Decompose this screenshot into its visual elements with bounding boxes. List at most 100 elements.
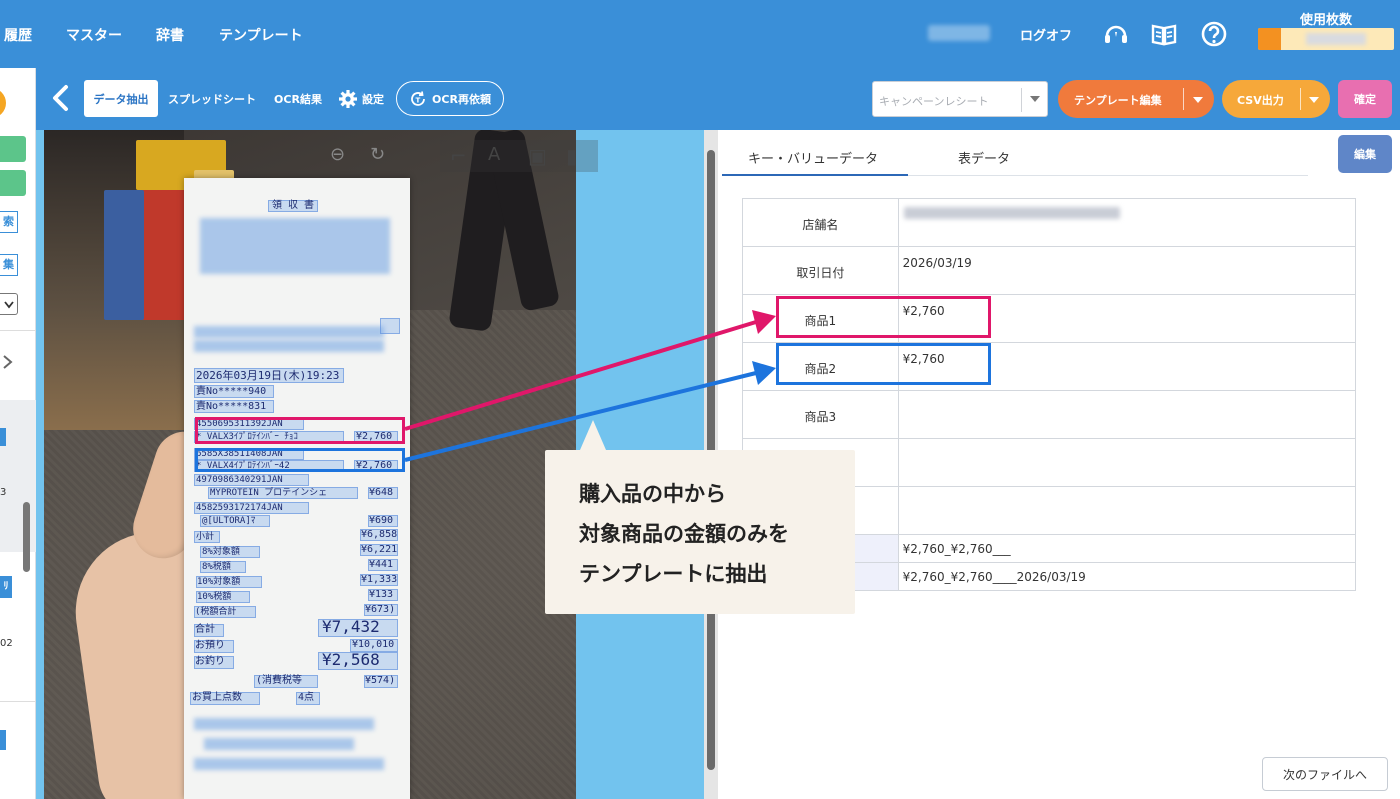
key-transaction-date: 取引日付 <box>796 266 845 280</box>
help-icon[interactable] <box>1200 20 1228 48</box>
csv-output-button[interactable]: CSV出力 <box>1222 80 1330 118</box>
sidebar-green-button-1[interactable] <box>0 136 26 162</box>
sidebar-scrollbar[interactable] <box>23 502 30 572</box>
top-nav: 履歴 マスター 辞書 テンプレート ログオフ 使用枚数 <box>0 0 1400 68</box>
receipt-10pct-tax: ¥133 <box>369 589 394 600</box>
value-concatenated-with-date[interactable]: ¥2,760_¥2,760____2026/03/19 <box>899 563 1355 584</box>
receipt-10pct-base-label: 10%対象額 <box>197 577 241 587</box>
sidebar-collect-button[interactable]: 集 <box>0 254 18 276</box>
caret-down-icon[interactable] <box>1193 97 1203 103</box>
tab-key-value-data[interactable]: キー・バリューデータ <box>748 148 878 167</box>
logoff-link[interactable]: ログオフ <box>1020 25 1072 44</box>
tab-data-extraction[interactable]: データ抽出 <box>84 80 158 117</box>
receipt-register-1: 責No*****940 <box>196 386 267 397</box>
receipt-item-3-price: ¥648 <box>369 487 394 498</box>
receipt-8pct-tax-label: 8%税額 <box>202 562 231 572</box>
headset-icon[interactable] <box>1102 20 1130 48</box>
usage-count-blurred <box>1306 33 1366 45</box>
sidebar-orange-tab[interactable] <box>0 88 6 118</box>
trash-icon[interactable]: ▮ <box>566 144 577 168</box>
receipt-paid-label: お預り <box>195 640 225 651</box>
template-select-placeholder: キャンペーンレシート <box>879 95 989 108</box>
sidebar-blue-badge[interactable]: ﾘ <box>0 576 12 598</box>
text-select-icon[interactable]: A <box>488 144 500 165</box>
highlight-key-item-1-red <box>776 296 991 338</box>
photo-store-box-3 <box>104 190 144 320</box>
sidebar-count-label: 3 <box>0 487 7 498</box>
template-select[interactable]: キャンペーンレシート <box>872 81 1048 117</box>
sidebar-file-list <box>0 400 36 552</box>
sidebar-divider-2 <box>0 701 36 702</box>
sidebar-green-button-2[interactable] <box>0 170 26 196</box>
callout-line-3: テンプレートに抽出 <box>579 562 768 586</box>
user-name-blurred <box>928 25 990 41</box>
image-icon[interactable]: ▣ <box>528 144 547 168</box>
next-file-button[interactable]: 次のファイルへ <box>1262 757 1388 791</box>
receipt-paper: 領 収 書 2026年03月19日(木)19:23 責No*****940 責N… <box>184 178 410 799</box>
value-concatenated-items[interactable]: ¥2,760_¥2,760___ <box>899 535 1355 556</box>
receipt-total: ¥7,432 <box>322 617 380 636</box>
zoom-out-icon[interactable]: ⊖ <box>330 144 345 165</box>
receipt-logo-blurred <box>200 218 390 274</box>
receipt-change: ¥2,568 <box>322 650 380 669</box>
tab-table-data[interactable]: 表データ <box>958 148 1010 167</box>
edit-button[interactable]: 編集 <box>1338 135 1392 173</box>
receipt-footer-blurred-2 <box>204 738 354 750</box>
settings-button[interactable]: 設定 <box>338 89 384 109</box>
table-row[interactable]: 商品3 <box>742 390 1357 439</box>
table-row[interactable]: 店舗名 <box>742 198 1357 247</box>
receipt-item-3: MYPROTEIN プロテインシェ <box>210 488 328 498</box>
highlight-item-1-red <box>195 417 405 444</box>
receipt-address-blurred-2 <box>194 340 384 352</box>
caret-down-icon[interactable] <box>1309 97 1319 103</box>
caret-down-icon <box>1030 96 1040 102</box>
receipt-tax-total: ¥673) <box>365 604 396 615</box>
sidebar-marker-2 <box>0 730 6 750</box>
value-empty[interactable] <box>899 487 1355 496</box>
sidebar-select[interactable] <box>0 293 18 315</box>
crop-icon[interactable]: ⌐ <box>450 144 467 168</box>
value-transaction-date[interactable]: 2026/03/19 <box>899 247 1355 270</box>
usage-label: 使用枚数 <box>1300 13 1353 28</box>
tab-ocr-result[interactable]: OCR結果 <box>266 80 330 117</box>
receipt-total-label: 合計 <box>195 624 215 635</box>
confirm-button[interactable]: 確定 <box>1338 80 1392 118</box>
table-row[interactable]: 取引日付 2026/03/19 <box>742 246 1357 295</box>
ocr-retry-button[interactable]: T OCR再依頼 <box>396 81 504 116</box>
back-chevron-icon[interactable] <box>48 84 74 112</box>
receipt-consumption-tax-label: (消費税等 <box>256 675 303 686</box>
ocr-region[interactable] <box>380 318 400 334</box>
receipt-title: 領 収 書 <box>272 200 315 211</box>
callout-line-1: 購入品の中から <box>579 482 726 506</box>
csv-output-label: CSV出力 <box>1237 94 1284 107</box>
receipt-consumption-tax: ¥574) <box>365 675 396 686</box>
receipt-item-4-price: ¥690 <box>369 515 394 526</box>
tab-spreadsheet[interactable]: スプレッドシート <box>160 80 264 117</box>
store-name-blurred <box>904 207 1120 219</box>
tab-active-indicator <box>722 174 908 176</box>
value-item-3[interactable] <box>899 391 1355 400</box>
nav-dictionary[interactable]: 辞書 <box>156 25 184 45</box>
nav-template[interactable]: テンプレート <box>219 25 303 45</box>
receipt-item-count: 4点 <box>298 692 315 703</box>
receipt-10pct-base: ¥1,333 <box>361 574 398 585</box>
rotate-icon[interactable]: ↻ <box>370 144 385 165</box>
template-edit-button[interactable]: テンプレート編集 <box>1058 80 1214 118</box>
receipt-8pct-base-label: 8%対象額 <box>202 547 240 557</box>
nav-master[interactable]: マスター <box>66 25 122 45</box>
receipt-item-count-label: お買上点数 <box>192 692 242 703</box>
sidebar-search-button[interactable]: 索 <box>0 211 18 233</box>
value-empty[interactable] <box>899 439 1355 448</box>
chevron-right-icon[interactable] <box>2 354 14 370</box>
sidebar-divider <box>0 330 36 331</box>
receipt-item-4: @[ULTORA]ﾏ <box>202 516 256 526</box>
template-edit-divider <box>1183 88 1184 110</box>
svg-text:T: T <box>416 96 421 104</box>
csv-output-divider <box>1300 88 1301 110</box>
nav-history[interactable]: 履歴 <box>4 25 32 45</box>
callout-line-2: 対象商品の金額のみを <box>579 522 789 546</box>
receipt-tax-total-label: (税額合計 <box>195 607 237 617</box>
receipt-jan-4: 4582593172174JAN <box>196 503 283 513</box>
select-divider <box>1021 88 1022 112</box>
manual-book-icon[interactable] <box>1150 20 1178 48</box>
